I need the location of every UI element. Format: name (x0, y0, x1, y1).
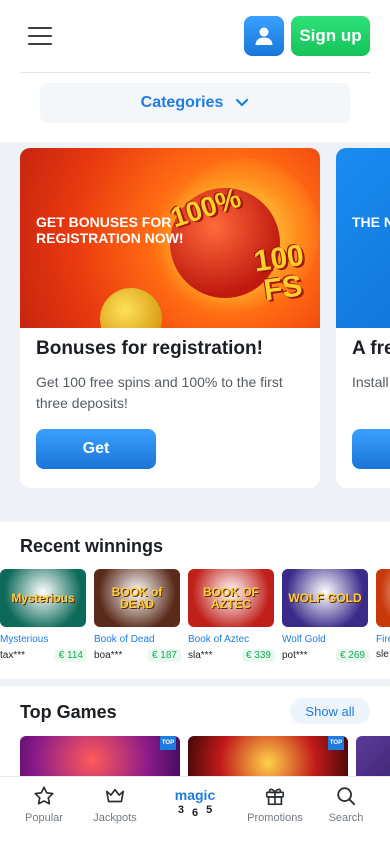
promo-banner: THE N OF WI ON YO (336, 148, 390, 328)
categories-label: Categories (140, 94, 224, 111)
nav-jackpots[interactable]: Jackpots (76, 777, 154, 844)
section-title: Top Games (20, 702, 117, 722)
nav-search[interactable]: Search (307, 777, 385, 844)
promo-description: Install (352, 374, 389, 390)
gift-icon (265, 788, 285, 806)
crown-icon (105, 788, 125, 803)
win-user: pot*** (282, 650, 308, 661)
menu-icon[interactable] (28, 26, 52, 46)
promo-carousel[interactable]: GET BONUSES FOR REGISTRATION NOW! 100% 1… (0, 140, 390, 520)
win-user: tax*** (0, 650, 26, 661)
promo-banner: GET BONUSES FOR REGISTRATION NOW! 100% 1… (20, 148, 320, 328)
game-thumb-text: BOOK OF AZTEC (203, 585, 259, 611)
nav-popular[interactable]: Popular (5, 777, 83, 844)
top-badge: TOP (328, 736, 344, 750)
win-user: sla*** (188, 650, 213, 661)
top-games-section: Top Games Show all TOP TOP (0, 686, 390, 782)
search-icon (337, 787, 356, 806)
user-icon (255, 27, 273, 45)
header-divider (20, 72, 370, 73)
magic-label: magic (174, 787, 216, 803)
game-thumb-text: Mysterious (11, 591, 75, 605)
coin-icon (100, 288, 162, 328)
game-thumbnail (376, 569, 390, 627)
header: Sign up Categories (0, 0, 390, 142)
promo-banner-text: THE N OF WI ON YO (352, 214, 390, 230)
signup-button[interactable]: Sign up (291, 16, 370, 56)
game-thumbnail: BOOK OF AZTEC (188, 569, 274, 627)
game-thumbnail: BOOK of DEAD (94, 569, 180, 627)
promo-card[interactable]: THE N OF WI ON YO A fre Install (336, 148, 390, 488)
game-thumbnail: Mysterious (0, 569, 86, 627)
show-all-button[interactable]: Show all (290, 698, 370, 724)
star-icon (34, 786, 54, 805)
win-amount: € 339 (241, 649, 275, 662)
game-thumb-text: BOOK of DEAD (111, 585, 163, 611)
nav-magic[interactable]: magic 365 (156, 777, 234, 844)
win-amount: € 114 (54, 649, 87, 662)
nav-label: Popular (25, 812, 63, 824)
nav-promotions[interactable]: Promotions (236, 777, 314, 844)
promo-card[interactable]: GET BONUSES FOR REGISTRATION NOW! 100% 1… (20, 148, 320, 488)
win-amount: € 187 (147, 649, 181, 662)
game-thumb-text: WOLF GOLD (288, 591, 362, 605)
promo-title: A fre (352, 338, 390, 359)
get-button[interactable]: Get (36, 429, 156, 469)
win-item[interactable]: WOLF GOLD Wolf Gold pot*** € 269 (282, 569, 369, 662)
win-item[interactable]: Fire sle (376, 569, 390, 660)
section-title: Recent winnings (20, 536, 164, 556)
win-game-name[interactable]: Book of Dead (94, 634, 181, 645)
game-thumbnail: WOLF GOLD (282, 569, 368, 627)
promo-fs-badge: 100 FS (251, 238, 306, 308)
promo-title: Bonuses for registration! (36, 338, 263, 359)
bottom-nav: Popular Jackpots magic 365 Promotions Se… (0, 776, 390, 844)
login-button[interactable] (244, 16, 284, 56)
chevron-down-icon (236, 98, 249, 107)
win-item[interactable]: BOOK of DEAD Book of Dead boa*** € 187 (94, 569, 181, 662)
top-badge: TOP (160, 736, 176, 750)
nav-label: Jackpots (93, 812, 137, 824)
win-game-name[interactable]: Wolf Gold (282, 634, 369, 645)
win-item[interactable]: Mysterious Mysterious tax*** € 114 (0, 569, 87, 662)
win-game-name[interactable]: Fire (376, 634, 390, 645)
win-item[interactable]: BOOK OF AZTEC Book of Aztec sla*** € 339 (188, 569, 275, 662)
nav-label: Promotions (247, 812, 303, 824)
recent-winnings-section: Recent winnings Mysterious Mysterious tax*… (0, 522, 390, 679)
win-amount: € 269 (335, 649, 369, 662)
win-user: sle (376, 649, 389, 660)
promo-banner-text: GET BONUSES FOR REGISTRATION NOW! (36, 214, 184, 246)
nav-label: Search (328, 812, 364, 824)
categories-dropdown[interactable]: Categories (40, 83, 350, 123)
win-user: boa*** (94, 650, 123, 661)
promo-description: Get 100 free spins and 100% to the first… (36, 374, 283, 411)
win-game-name[interactable]: Mysterious (0, 634, 87, 645)
win-game-name[interactable]: Book of Aztec (188, 634, 275, 645)
promo-button[interactable] (352, 429, 390, 469)
magic-numbers: 365 (177, 804, 213, 819)
